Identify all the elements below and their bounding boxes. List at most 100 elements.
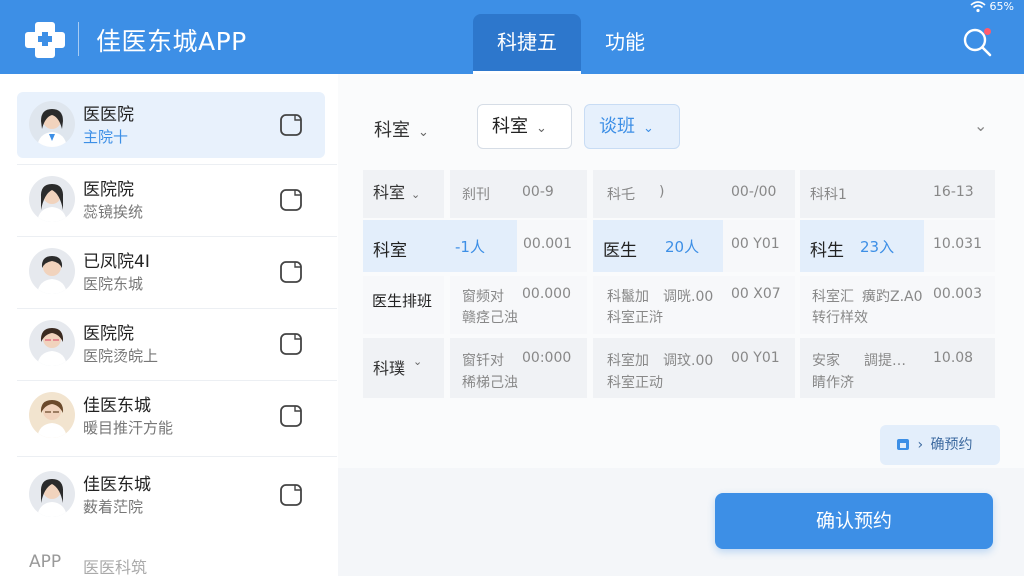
avatar bbox=[29, 248, 75, 294]
cell-text: 赣痉己浊 bbox=[462, 310, 518, 326]
contact-subtitle: 暖目推汗方能 bbox=[83, 419, 174, 437]
department-filter[interactable]: 科室 ⌄ bbox=[374, 116, 429, 142]
calendar-icon bbox=[897, 439, 909, 450]
chevron-right-icon: › bbox=[917, 437, 924, 453]
contact-subtitle: 医医科筑 bbox=[83, 558, 148, 576]
cell-count: 20人 bbox=[665, 238, 700, 256]
table-cell: 科室加 调玟.00 00 Y01 科室正动 bbox=[593, 338, 795, 398]
contact-item[interactable]: 已凤院4I 医院东城 bbox=[17, 239, 325, 305]
avatar bbox=[29, 101, 75, 147]
header-text: 科乇 bbox=[607, 187, 635, 203]
table-row[interactable]: 科璞 ⌄ bbox=[363, 338, 444, 398]
notification-dot bbox=[984, 28, 991, 35]
chevron-down-icon: ⌄ bbox=[413, 355, 423, 368]
contact-subtitle: 医院东城 bbox=[83, 275, 144, 293]
note-icon[interactable] bbox=[279, 483, 303, 507]
note-icon[interactable] bbox=[279, 332, 303, 356]
table-cell[interactable]: 科生 23入 bbox=[800, 220, 924, 272]
department-dropdown-label: 科室 bbox=[492, 116, 528, 137]
cell-value: 00 Y01 bbox=[731, 236, 780, 252]
table-cell: 窗钎对 00:000 稀梯己浊 bbox=[450, 338, 587, 398]
cell-label: 医生 bbox=[603, 241, 637, 261]
header-text: ) bbox=[659, 184, 665, 200]
table-cell: 窗频对 00.000 赣痉己浊 bbox=[450, 276, 587, 334]
cell-text: 安家 bbox=[812, 353, 840, 369]
contact-name: 医院院 bbox=[83, 180, 134, 200]
mini-confirm-label: 确预约 bbox=[930, 437, 973, 453]
collapse-chevron-icon[interactable]: ⌄ bbox=[974, 116, 987, 135]
contact-name: 医医院 bbox=[83, 105, 134, 125]
row-label: 科璞 bbox=[373, 359, 406, 378]
table-cell: 10.031 bbox=[924, 220, 995, 272]
table-row[interactable]: 医生排班 bbox=[363, 276, 444, 334]
cell-value: 10.031 bbox=[933, 236, 982, 252]
shift-dropdown-label: 谈班 bbox=[599, 116, 635, 137]
cell-count: 23入 bbox=[860, 238, 895, 256]
header-text: 00-/00 bbox=[731, 184, 777, 200]
header-text: 科科1 bbox=[810, 187, 847, 203]
table-cell: 科鬣加 调咣.00 00 X07 科室正浒 bbox=[593, 276, 795, 334]
logo-divider bbox=[78, 22, 79, 56]
chevron-down-icon: ⌄ bbox=[411, 188, 421, 201]
contact-item[interactable]: 佳医东城 薮着茫院 bbox=[17, 462, 325, 528]
avatar bbox=[29, 176, 75, 222]
cell-text: 睛作济 bbox=[812, 375, 854, 391]
contact-item[interactable]: 医医院 主院十 bbox=[17, 92, 325, 158]
cell-text: 科鬣加 bbox=[607, 289, 649, 305]
table-row[interactable]: 科室 -1人 bbox=[363, 220, 517, 272]
row-label: 科室 bbox=[373, 241, 407, 261]
chevron-down-icon: ⌄ bbox=[418, 125, 429, 140]
table-cell: 00 Y01 bbox=[723, 220, 795, 272]
cell-text: 科室正动 bbox=[607, 375, 663, 391]
cell-text: 調提… bbox=[864, 353, 906, 369]
note-icon[interactable] bbox=[279, 113, 303, 137]
table-header-cell: 科科1 16-13 bbox=[800, 170, 995, 218]
contact-name: APP bbox=[29, 552, 62, 572]
cell-text: 癀趵Z.A0 bbox=[862, 289, 923, 305]
note-icon[interactable] bbox=[279, 404, 303, 428]
contact-name: 佳医东城 bbox=[83, 396, 151, 416]
chevron-down-icon: ⌄ bbox=[643, 121, 654, 136]
avatar bbox=[29, 392, 75, 438]
confirm-appointment-button[interactable]: 确认预约 bbox=[715, 493, 993, 549]
department-dropdown[interactable]: 科室 ⌄ bbox=[477, 104, 572, 149]
contact-item[interactable]: 医院院 医院烫皖上 bbox=[17, 311, 325, 377]
row-label: 医生排班 bbox=[372, 292, 433, 310]
avatar bbox=[29, 471, 75, 517]
shift-dropdown[interactable]: 谈班 ⌄ bbox=[584, 104, 680, 149]
cell-text: 科室正浒 bbox=[607, 310, 663, 326]
battery-text: 65% bbox=[989, 0, 1014, 13]
header-text: 刹刊 bbox=[462, 187, 490, 203]
cell-label: 科生 bbox=[810, 241, 844, 261]
table-cell[interactable]: 医生 20人 bbox=[593, 220, 723, 272]
tab-primary[interactable]: 科捷五 bbox=[473, 14, 581, 74]
mini-confirm-button[interactable]: › 确预约 bbox=[880, 425, 1000, 465]
table-header-dept[interactable]: 科室 ⌄ bbox=[363, 170, 444, 218]
cell-value: 00:000 bbox=[522, 350, 572, 366]
list-divider bbox=[17, 308, 337, 309]
department-filter-label: 科室 bbox=[374, 120, 410, 141]
table-cell: 00.001 bbox=[517, 220, 587, 272]
note-icon[interactable] bbox=[279, 260, 303, 284]
note-icon[interactable] bbox=[279, 188, 303, 212]
avatar bbox=[29, 320, 75, 366]
cell-text: 窗频对 bbox=[462, 289, 504, 305]
table-cell: 安家 調提… 10.08 睛作济 bbox=[800, 338, 995, 398]
contact-item[interactable]: 佳医东城 暖目推汗方能 bbox=[17, 383, 325, 449]
cell-value: 00 Y01 bbox=[731, 350, 780, 366]
cell-value: 00.000 bbox=[522, 286, 571, 302]
cell-text: 调咣.00 bbox=[663, 289, 714, 305]
contact-name: 医院院 bbox=[83, 324, 134, 344]
cell-value: 10.08 bbox=[933, 350, 974, 366]
header-text: 00-9 bbox=[522, 184, 554, 200]
tab-functions[interactable]: 功能 bbox=[590, 14, 660, 74]
cell-value: 00 X07 bbox=[731, 286, 781, 302]
header-text: 16-13 bbox=[933, 184, 974, 200]
contact-item[interactable]: 医院院 蕊镜挨统 bbox=[17, 167, 325, 233]
list-divider bbox=[17, 164, 337, 165]
table-header-cell: 科乇 ) 00-/00 bbox=[593, 170, 795, 218]
cell-text: 窗钎对 bbox=[462, 353, 504, 369]
chevron-down-icon: ⌄ bbox=[536, 121, 547, 136]
contact-name: 已凤院4I bbox=[83, 252, 150, 272]
contact-item[interactable]: APP 医医科筑 bbox=[17, 540, 325, 576]
